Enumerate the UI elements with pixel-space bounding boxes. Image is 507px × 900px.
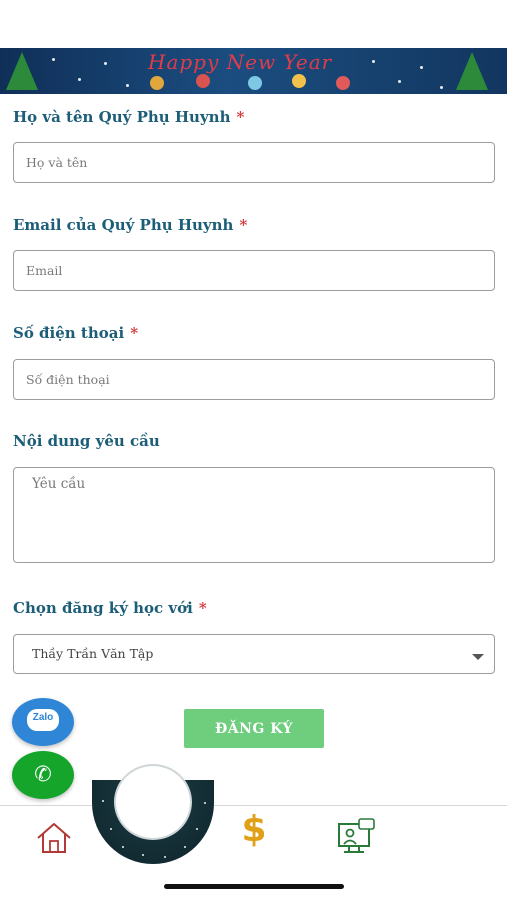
ornament-icon	[336, 76, 350, 90]
email-label-text: Email của Quý Phụ Huynh	[13, 216, 234, 234]
call-button[interactable]: ✆	[12, 751, 74, 799]
teacher-select[interactable]: Thầy Trần Văn Tập	[13, 634, 495, 674]
car-icon	[88, 18, 106, 29]
email-input[interactable]	[13, 250, 495, 291]
christmas-tree-icon	[6, 52, 38, 90]
email-label: Email của Quý Phụ Huynh *	[13, 216, 247, 234]
request-label-text: Nội dung yêu cầu	[13, 432, 160, 450]
banner-title: Happy New Year	[148, 50, 333, 74]
status-bar: 05:06	[0, 0, 507, 48]
name-label: Họ và tên Quý Phụ Huynh *	[13, 108, 244, 126]
request-textarea[interactable]	[13, 467, 495, 563]
request-label: Nội dung yêu cầu	[13, 432, 160, 450]
phone-label: Số điện thoại *	[13, 324, 138, 342]
teacher-label-text: Chọn đăng ký học với	[13, 599, 193, 617]
zalo-chat-button[interactable]: Zalo	[12, 698, 74, 746]
home-indicator	[0, 865, 507, 900]
ornament-icon	[196, 74, 210, 88]
required-mark: *	[198, 599, 207, 617]
dollar-icon[interactable]: $	[236, 808, 272, 852]
home-indicator-bar[interactable]	[164, 884, 344, 889]
chevron-down-icon	[472, 654, 484, 660]
register-button[interactable]: ĐĂNG KÝ	[184, 709, 324, 748]
bottom-tab-bar: $	[0, 764, 507, 865]
ornament-icon	[292, 74, 306, 88]
center-button	[114, 764, 192, 840]
ornament-icon	[150, 76, 164, 90]
teacher-selected-value: Thầy Trần Văn Tập	[32, 646, 154, 661]
required-mark: *	[239, 216, 248, 234]
christmas-tree-icon	[456, 52, 488, 90]
ornament-icon	[248, 76, 262, 90]
home-icon[interactable]	[34, 816, 74, 860]
name-input[interactable]	[13, 142, 495, 183]
zalo-label: Zalo	[32, 712, 54, 723]
phone-input[interactable]	[13, 359, 495, 400]
phone-label-text: Số điện thoại	[13, 324, 125, 342]
required-mark: *	[130, 324, 139, 342]
support-icon[interactable]	[336, 816, 378, 860]
required-mark: *	[236, 108, 245, 126]
phone-icon: ✆	[34, 762, 52, 786]
teacher-label: Chọn đăng ký học với *	[13, 599, 207, 617]
wifi-icon	[428, 16, 446, 30]
status-time: 05:06	[24, 14, 70, 33]
battery-icon	[455, 18, 479, 29]
name-label-text: Họ và tên Quý Phụ Huynh	[13, 108, 231, 126]
holiday-banner: Happy New Year	[0, 48, 507, 94]
center-ornament[interactable]	[92, 764, 214, 864]
